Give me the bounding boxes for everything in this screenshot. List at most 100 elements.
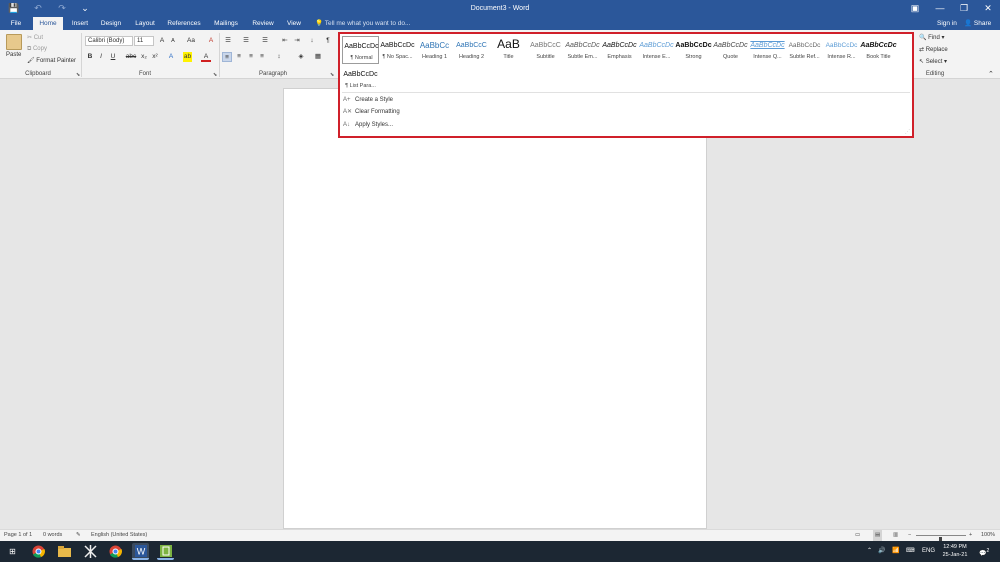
decrease-indent-icon[interactable]: ⇤: [280, 36, 290, 46]
copy-button[interactable]: ⧉ Copy: [27, 46, 47, 53]
style-strong[interactable]: AaBbCcDc Strong: [675, 36, 712, 64]
italic-button[interactable]: I: [96, 52, 106, 62]
highlight-color-button[interactable]: ab: [183, 52, 192, 62]
notifications-icon[interactable]: 💬2: [979, 541, 989, 562]
style-quote[interactable]: AaBbCcDc Quote: [712, 36, 749, 64]
paragraph-dialog-launcher-icon[interactable]: ⬊: [330, 72, 334, 78]
bold-button[interactable]: B: [85, 52, 95, 62]
numbering-icon[interactable]: ☰: [241, 36, 251, 46]
collapse-ribbon-icon[interactable]: ⌃: [988, 70, 994, 78]
style-heading-2[interactable]: AaBbCcC Heading 2: [453, 36, 490, 64]
share-button[interactable]: 👤 Share: [964, 17, 991, 30]
strikethrough-button[interactable]: abc: [124, 52, 138, 62]
format-painter-button[interactable]: 🖌 Format Painter: [27, 57, 76, 64]
tab-design[interactable]: Design: [97, 17, 125, 30]
zoom-out-icon[interactable]: −: [908, 530, 911, 541]
word-icon[interactable]: W: [132, 543, 149, 560]
tab-layout[interactable]: Layout: [131, 17, 159, 30]
keyboard-icon[interactable]: ⌨: [906, 541, 915, 562]
clock[interactable]: 12:49 PM 25-Jan-21: [938, 543, 972, 559]
tell-me-search[interactable]: 💡 Tell me what you want to do...: [315, 17, 410, 30]
text-effects-button[interactable]: A: [166, 52, 176, 62]
style-subtle-emphasis[interactable]: AaBbCcDc Subtle Em...: [564, 36, 601, 64]
superscript-button[interactable]: x²: [150, 52, 160, 62]
print-layout-icon[interactable]: ▤: [873, 530, 883, 541]
document-area[interactable]: [0, 79, 1000, 529]
app-icon[interactable]: [82, 543, 99, 560]
tab-view[interactable]: View: [282, 17, 306, 30]
shrink-font-button[interactable]: A: [168, 36, 178, 46]
select-button[interactable]: ↖ Select ▾: [919, 58, 947, 65]
ribbon-display-options-icon[interactable]: ▣: [903, 0, 927, 17]
style-emphasis[interactable]: AaBbCcDc Emphasis: [601, 36, 638, 64]
zoom-in-icon[interactable]: +: [969, 530, 972, 541]
increase-indent-icon[interactable]: ⇥: [292, 36, 302, 46]
zoom-slider[interactable]: [916, 535, 966, 544]
line-spacing-icon[interactable]: ↕: [274, 52, 284, 62]
start-icon[interactable]: ⊞: [4, 543, 21, 560]
borders-icon[interactable]: ▦: [313, 52, 323, 62]
font-size-box[interactable]: 11: [134, 36, 154, 46]
change-case-button[interactable]: Aa: [184, 36, 198, 46]
tab-insert[interactable]: Insert: [66, 17, 94, 30]
chrome-icon[interactable]: [30, 543, 47, 560]
file-explorer-icon[interactable]: [56, 543, 73, 560]
show-hide-marks-icon[interactable]: ¶: [323, 36, 333, 46]
style-subtitle[interactable]: AaBbCcC Subtitle: [527, 36, 564, 64]
language-indicator[interactable]: English (United States): [91, 530, 147, 541]
redo-icon[interactable]: ↷: [55, 2, 69, 15]
style-list-paragraph[interactable]: AaBbCcDc ¶ List Para...: [342, 65, 379, 93]
font-name-box[interactable]: Calibri (Body): [85, 36, 133, 46]
document-page[interactable]: [283, 88, 707, 529]
zoom-level[interactable]: 100%: [981, 530, 995, 541]
multilevel-list-icon[interactable]: ☰: [260, 36, 270, 46]
chrome-icon[interactable]: [107, 543, 124, 560]
volume-icon[interactable]: 🔊: [878, 541, 885, 562]
clipboard-paste-icon[interactable]: [6, 34, 22, 50]
bullets-icon[interactable]: ☰: [223, 36, 233, 46]
subscript-button[interactable]: x₂: [139, 52, 149, 62]
save-icon[interactable]: 💾: [7, 2, 21, 15]
style-normal[interactable]: AaBbCcDc ¶ Normal: [342, 36, 379, 64]
align-right-icon[interactable]: ≡: [246, 52, 256, 62]
proofing-icon[interactable]: ✎: [76, 530, 81, 541]
center-icon[interactable]: ≡: [234, 52, 244, 62]
replace-button[interactable]: ⇄ Replace: [919, 46, 948, 53]
style-title[interactable]: AaB Title: [490, 36, 527, 64]
style-subtle-reference[interactable]: AaBbCcDc Subtle Ref...: [786, 36, 823, 64]
tray-expand-icon[interactable]: ⌃: [867, 541, 872, 562]
input-language[interactable]: ENG: [922, 541, 935, 562]
network-icon[interactable]: 📶: [892, 541, 899, 562]
paste-button[interactable]: Paste: [6, 52, 21, 58]
tab-references[interactable]: References: [165, 17, 203, 30]
read-mode-icon[interactable]: ▭: [855, 530, 860, 541]
create-style-command[interactable]: A+ Create a Style: [343, 95, 643, 106]
style-book-title[interactable]: AaBbCcDc Book Title: [860, 36, 897, 64]
sort-icon[interactable]: ↓: [307, 36, 317, 46]
apply-styles-command[interactable]: A↓ Apply Styles...: [343, 120, 643, 131]
clear-formatting-icon[interactable]: A: [206, 36, 216, 46]
shading-icon[interactable]: ◈: [296, 52, 306, 62]
tab-review[interactable]: Review: [249, 17, 277, 30]
tab-file[interactable]: File: [5, 17, 27, 30]
align-left-icon[interactable]: ≡: [222, 52, 232, 62]
cut-button[interactable]: ✂ Cut: [27, 34, 43, 41]
style-intense-emphasis[interactable]: AaBbCcDc Intense E...: [638, 36, 675, 64]
font-color-button[interactable]: A: [201, 52, 211, 62]
underline-button[interactable]: U: [108, 52, 118, 62]
clear-formatting-command[interactable]: A✕ Clear Formatting: [343, 107, 643, 118]
minimize-icon[interactable]: —: [928, 0, 952, 17]
resize-grip-icon[interactable]: ⋰: [905, 129, 910, 135]
style-heading-1[interactable]: AaBbCc Heading 1: [416, 36, 453, 64]
style-no-spacing[interactable]: AaBbCcDc ¶ No Spac...: [379, 36, 416, 64]
undo-icon[interactable]: ↶: [31, 2, 45, 15]
customize-qat-icon[interactable]: ⌄: [78, 2, 92, 15]
find-button[interactable]: 🔍 Find ▾: [919, 34, 945, 41]
font-dialog-launcher-icon[interactable]: ⬊: [213, 72, 217, 78]
grow-font-button[interactable]: A: [157, 36, 167, 46]
web-layout-icon[interactable]: ▥: [893, 530, 898, 541]
page-count[interactable]: Page 1 of 1: [4, 530, 32, 541]
word-count[interactable]: 0 words: [43, 530, 62, 541]
spreadsheet-app-icon[interactable]: [157, 543, 174, 560]
style-intense-reference[interactable]: AaBbCcDc Intense R...: [823, 36, 860, 64]
